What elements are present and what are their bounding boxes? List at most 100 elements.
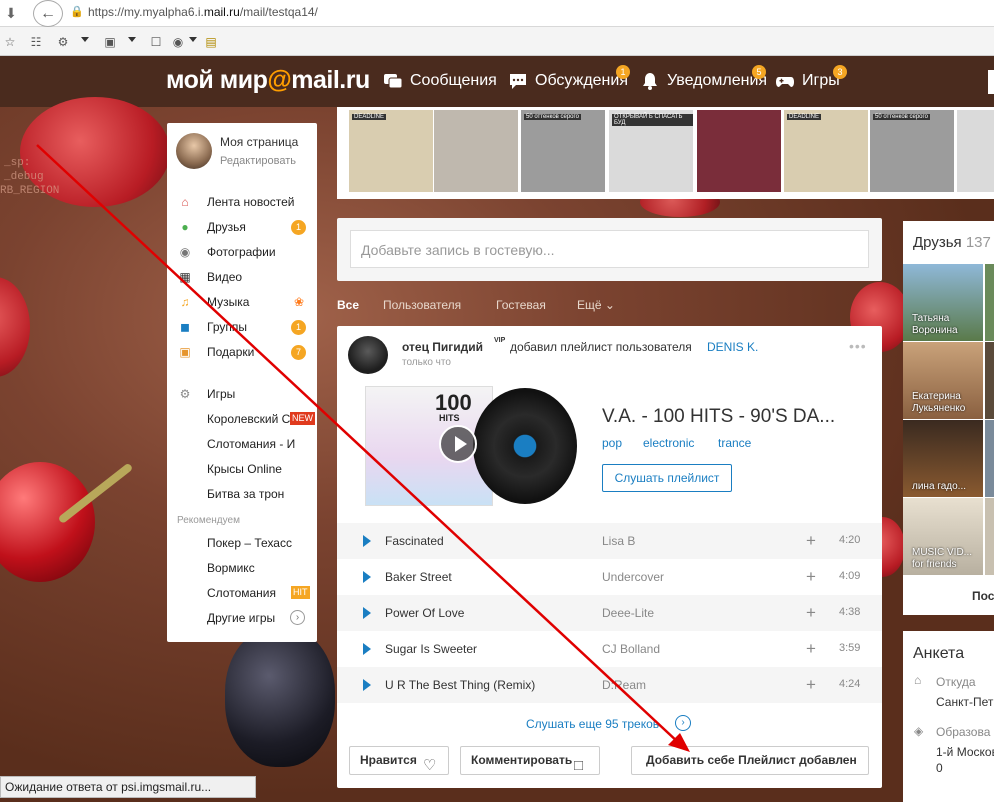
back-button[interactable]: ←: [33, 0, 63, 27]
track-row[interactable]: Sugar Is Sweeter CJ Bolland + 3:59: [337, 631, 882, 667]
menu-item-friends[interactable]: ● Друзья 1: [167, 215, 317, 239]
game-item[interactable]: Слотомания - И: [167, 432, 317, 456]
friend-tile-edge[interactable]: [985, 264, 994, 341]
genre-tag[interactable]: trance: [718, 436, 751, 450]
recommended-game[interactable]: Вормикс: [167, 556, 317, 580]
ribbon-photo[interactable]: 50 оттенков серого: [870, 110, 954, 192]
like-button[interactable]: Нравится ♡: [349, 746, 449, 775]
guestbook-input[interactable]: Добавьте запись в гостевую...: [350, 230, 869, 268]
recommended-game[interactable]: Покер – Техасс: [167, 531, 317, 555]
tab-all[interactable]: Все: [337, 298, 359, 312]
other-games-link[interactable]: Другие игры ›: [167, 606, 317, 630]
clipboard-icon[interactable]: ☷: [28, 34, 44, 50]
track-row[interactable]: Power Of Love Deee-Lite + 4:38: [337, 595, 882, 631]
friend-tile-edge[interactable]: [985, 342, 994, 419]
ribbon-photo[interactable]: 50 оттенков серого: [521, 110, 605, 192]
track-row[interactable]: U R The Best Thing (Remix) D:Ream + 4:24: [337, 667, 882, 703]
friend-tile-edge[interactable]: [985, 420, 994, 497]
track-artist[interactable]: Deee-Lite: [602, 606, 654, 620]
game-item[interactable]: Битва за трон: [167, 482, 317, 506]
tab-user[interactable]: Пользователя: [383, 298, 461, 312]
add-track-icon[interactable]: +: [806, 675, 816, 695]
friend-tile[interactable]: Екатерина Лукьяненко: [903, 342, 983, 419]
photo-ribbon: DEADLINE 50 оттенков серого ОТКРЫВАЙ Б С…: [337, 107, 994, 199]
chevron-right-icon[interactable]: ›: [675, 715, 691, 731]
globe-icon[interactable]: ◉: [170, 34, 186, 50]
game-item[interactable]: Королевский С NEW: [167, 407, 317, 431]
play-track-icon[interactable]: [363, 679, 371, 691]
recommended-game[interactable]: Слотомания HIT: [167, 581, 317, 605]
menu-item-music[interactable]: ♫ Музыка ❀: [167, 290, 317, 314]
ribbon-photo[interactable]: DEADLINE: [349, 110, 433, 192]
ruler-icon[interactable]: ▤: [203, 34, 219, 50]
nav-messages[interactable]: Сообщения: [383, 68, 497, 94]
track-artist[interactable]: CJ Bolland: [602, 642, 660, 656]
browser-address-bar: ⬇ ← 🔒 https://my.myalpha6.i.mail.ru/mail…: [0, 0, 994, 27]
ribbon-photo[interactable]: DEADLINE: [784, 110, 868, 192]
genre-tag[interactable]: pop: [602, 436, 622, 450]
target-user-link[interactable]: DENIS K.: [707, 340, 758, 354]
post-author-link[interactable]: отец Пигидий: [402, 340, 483, 354]
play-icon[interactable]: [439, 425, 477, 463]
ribbon-photo[interactable]: [957, 110, 994, 192]
play-track-icon[interactable]: [363, 535, 371, 547]
lock-icon: 🔒: [70, 6, 84, 18]
play-track-icon[interactable]: [363, 607, 371, 619]
url-field[interactable]: https://my.myalpha6.i.mail.ru/mail/testq…: [88, 5, 318, 19]
menu-item-photos[interactable]: ◉ Фотографии: [167, 240, 317, 264]
header-search-edge[interactable]: [988, 70, 994, 94]
graduation-cap-icon: ◈: [914, 724, 924, 738]
nav-discussions[interactable]: Обсуждения 1: [508, 65, 630, 94]
genre-tag[interactable]: electronic: [643, 436, 694, 450]
tab-more[interactable]: Ещё ⌄: [577, 298, 615, 312]
screenshot-icon[interactable]: ▣: [102, 34, 118, 50]
play-track-icon[interactable]: [363, 571, 371, 583]
track-row[interactable]: Baker Street Undercover + 4:09: [337, 559, 882, 595]
menu-item-gifts[interactable]: ▣ Подарки 7: [167, 340, 317, 364]
listen-playlist-button[interactable]: Слушать плейлист: [602, 464, 732, 492]
history-down-icon[interactable]: ⬇: [2, 4, 20, 22]
nav-badge: 5: [752, 65, 766, 79]
menu-item-groups[interactable]: ◼ Группы 1: [167, 315, 317, 339]
add-track-icon[interactable]: +: [806, 603, 816, 623]
playlist-title[interactable]: V.A. - 100 HITS - 90'S DA...: [602, 406, 835, 428]
ribbon-photo[interactable]: ОТКРЫВАЙ Б СПАСАТЬ БУД: [609, 110, 693, 192]
edit-profile-link[interactable]: Редактировать: [220, 155, 296, 167]
selection-icon[interactable]: ☐: [148, 34, 164, 50]
friend-tile[interactable]: Татьяна Воронина: [903, 264, 983, 341]
more-options-icon[interactable]: •••: [849, 338, 867, 354]
ribbon-photo[interactable]: [697, 110, 781, 192]
add-to-my-playlists-button[interactable]: Добавить себе Плейлист добавлен: [631, 746, 869, 775]
menu-item-news[interactable]: ⌂ Лента новостей: [167, 190, 317, 214]
menu-item-games[interactable]: ⚙ Игры: [167, 382, 317, 406]
track-row[interactable]: Fascinated Lisa B + 4:20: [337, 523, 882, 559]
nav-games[interactable]: Игры 3: [775, 65, 847, 94]
add-track-icon[interactable]: +: [806, 531, 816, 551]
track-artist[interactable]: D:Ream: [602, 678, 646, 692]
friend-tile[interactable]: лина гадо...: [903, 420, 983, 497]
game-item[interactable]: Крысы Online: [167, 457, 317, 481]
nav-notifications[interactable]: Уведомления 5: [640, 65, 767, 94]
site-logo[interactable]: мой мир@mail.ru: [166, 66, 370, 95]
my-page-link[interactable]: Моя страница: [220, 135, 298, 149]
browser-toolbar: ☆ ☷ ⚙ ▣ ☐ ◉ ▤: [0, 27, 994, 56]
track-artist[interactable]: Undercover: [602, 570, 664, 584]
tab-guestbook[interactable]: Гостевая: [496, 298, 546, 312]
avatar[interactable]: [176, 133, 212, 169]
menu-item-video[interactable]: ▦ Видео: [167, 265, 317, 289]
chevron-down-icon: ⌄: [604, 298, 615, 312]
show-all-friends-link[interactable]: Пос: [972, 589, 994, 603]
star-icon[interactable]: ☆: [2, 34, 18, 50]
comment-button[interactable]: Комментировать □: [460, 746, 600, 775]
post-timestamp: только что: [402, 357, 451, 368]
track-artist[interactable]: Lisa B: [602, 534, 635, 548]
add-track-icon[interactable]: +: [806, 567, 816, 587]
more-tracks-link[interactable]: Слушать еще 95 треков: [526, 717, 659, 731]
gear-icon[interactable]: ⚙: [55, 34, 71, 50]
ribbon-photo[interactable]: [434, 110, 518, 192]
friend-tile-edge[interactable]: [985, 498, 994, 575]
play-track-icon[interactable]: [363, 643, 371, 655]
add-track-icon[interactable]: +: [806, 639, 816, 659]
avatar[interactable]: [348, 336, 388, 374]
friend-tile[interactable]: MUSIC VID... for friends: [903, 498, 983, 575]
